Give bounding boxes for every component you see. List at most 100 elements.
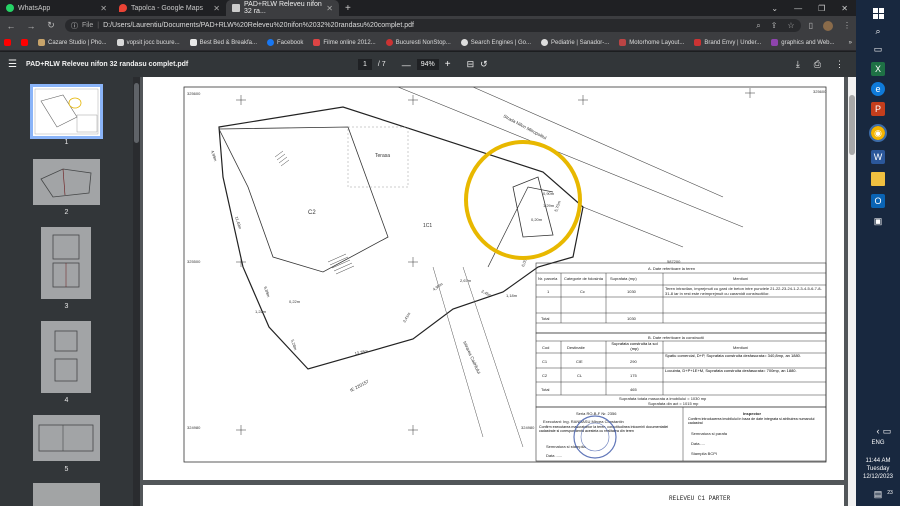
table-a-note: Teren intravilan, imprejmuit cu gard de … (665, 286, 822, 296)
table-header: Suprafata construita la sol (mp) (611, 342, 658, 351)
bookmarks-bar: Cazare Studio | Pho... vopsit jocc bucur… (0, 35, 856, 51)
thumbnail-label: 4 (64, 397, 69, 404)
bookmark-star-icon[interactable]: ☆ (787, 21, 794, 31)
print-icon[interactable]: ⎙ (814, 59, 821, 70)
main-scrollbar[interactable] (848, 77, 856, 506)
table-a-title: A. Date referitoare la teren (648, 266, 695, 271)
chevron-down-icon[interactable]: ⌄ (771, 4, 778, 13)
thumbnail-preview (38, 424, 94, 452)
download-icon[interactable]: ⤓ (796, 59, 800, 70)
avatar[interactable] (823, 20, 833, 31)
bookmark-label: Best Bed & Breakfa... (199, 39, 257, 46)
tab-pdf[interactable]: PAD+RLW Releveu nifon 32 ra... ✕ (226, 0, 339, 16)
bookmark-item[interactable]: Bucuresti NonStop... (385, 39, 451, 46)
grid-label: 324980 (187, 425, 201, 430)
executant-cert: Seria RO-B-F Nr. 2356 (576, 411, 617, 416)
bookmark-label: Motorhome Layout... (629, 39, 685, 46)
bookmark-item[interactable]: Filme online 2012... (313, 39, 376, 46)
table-cell: C2 (542, 373, 548, 378)
file-explorer-icon[interactable] (871, 172, 885, 186)
street-label: Strada Nifon Mitropolitul (503, 113, 548, 140)
url-text[interactable]: D:/Users/Laurentiu/Documents/PAD+RLW%20R… (103, 22, 414, 29)
bookmark-item[interactable]: Cazare Studio | Pho... (38, 39, 107, 46)
clock-day: Tuesday (866, 466, 890, 472)
minimize-icon[interactable]: — (794, 4, 802, 13)
dimension-label: 13,78m (354, 348, 369, 356)
fit-page-icon[interactable]: ⊟ (467, 59, 475, 70)
sidebar-icon[interactable]: ▯ (809, 21, 813, 31)
page-number-input[interactable]: 1 (358, 59, 372, 70)
share-icon[interactable]: ⇪ (771, 21, 778, 31)
map-pin-icon (119, 4, 127, 12)
edge-icon[interactable]: e (871, 82, 885, 96)
bookmark-youtube-2[interactable] (21, 39, 28, 46)
bookmark-icon (38, 39, 45, 46)
zoom-in-button[interactable]: + (445, 59, 451, 70)
bookmark-youtube[interactable] (4, 39, 11, 46)
bookmark-item[interactable]: Brand Envy | Under... (694, 39, 761, 46)
omnibox[interactable]: ⓘ File | D:/Users/Laurentiu/Documents/PA… (65, 19, 801, 32)
back-button[interactable]: ← (5, 21, 17, 31)
table-cell: 1030 (627, 289, 637, 294)
clock-time[interactable]: 11:44 AM (856, 458, 900, 464)
bookmarks-overflow-icon[interactable]: » (849, 40, 852, 46)
network-icon[interactable]: ▭ (882, 424, 892, 438)
tab-whatsapp[interactable]: WhatsApp ✕ (0, 0, 113, 16)
windows-taskbar: ⌕ ▭ X e P ◉ W O ▣ ‹ ▭ ENG 11:44 AM Tuesd… (856, 0, 900, 506)
bookmark-item[interactable]: vopsit jocc bucure... (116, 39, 180, 46)
powerpoint-icon[interactable]: P (871, 102, 885, 116)
dimension-label: 0,22m (289, 299, 301, 304)
address-bar-row: ← → ↻ ⓘ File | D:/Users/Laurentiu/Docume… (0, 16, 856, 35)
close-icon[interactable]: ✕ (326, 4, 333, 13)
bookmark-item[interactable]: graphics and Web... (771, 39, 835, 46)
zoom-input[interactable]: 94% (416, 59, 439, 70)
rotate-icon[interactable]: ↺ (480, 59, 488, 70)
word-icon[interactable]: W (871, 150, 885, 164)
outlook-icon[interactable]: O (871, 194, 885, 208)
language-indicator[interactable]: ENG (856, 440, 900, 446)
tab-google-maps[interactable]: Tapolca - Google Maps ✕ (113, 0, 226, 16)
thumbnail-page-2[interactable] (33, 159, 100, 205)
info-icon[interactable]: ⓘ (71, 21, 78, 31)
dimension-label: 11,49m (234, 216, 243, 231)
summary-line: Suprafata din act = 1015 mp (648, 401, 699, 406)
bookmark-icon (460, 39, 468, 46)
close-window-icon[interactable]: ✕ (841, 4, 848, 13)
sidebar-scrollbar[interactable] (133, 77, 140, 506)
menu-icon[interactable]: ☰ (8, 59, 17, 70)
task-view-icon[interactable]: ▭ (871, 42, 885, 56)
thumbnail-page-4[interactable] (41, 321, 91, 393)
bookmark-label: Brand Envy | Under... (704, 39, 762, 46)
dimension-label: 6,89m (263, 286, 271, 299)
reload-button[interactable]: ↻ (45, 20, 57, 31)
search-icon[interactable]: ⌕ (871, 24, 885, 38)
more-options-icon[interactable]: ⋮ (835, 59, 844, 70)
close-icon[interactable]: ✕ (213, 4, 220, 13)
thumbnail-page-1[interactable] (30, 84, 103, 139)
thumbnail-page-5[interactable] (33, 415, 100, 461)
bookmark-item[interactable]: Best Bed & Breakfa... (189, 39, 257, 46)
scrollbar-thumb[interactable] (849, 95, 855, 155)
pdf-viewer[interactable]: 325600 325500 325600 324980 324980 58720… (140, 77, 848, 506)
bookmark-item[interactable]: Pediatrie | Sanador-... (541, 39, 609, 46)
chrome-icon[interactable]: ◉ (869, 124, 887, 142)
excel-icon[interactable]: X (871, 62, 885, 76)
zoom-icon[interactable]: ⌕ (756, 21, 760, 31)
thumbnail-page-6[interactable] (33, 483, 100, 506)
thumbnail-page-3[interactable] (41, 227, 91, 299)
table-cell: C1 (542, 359, 548, 364)
new-tab-button[interactable]: + (339, 3, 357, 14)
more-menu-icon[interactable]: ⋮ (843, 21, 851, 31)
maximize-icon[interactable]: ❐ (818, 4, 825, 13)
close-icon[interactable]: ✕ (100, 4, 107, 13)
bookmark-label: Bucuresti NonStop... (395, 39, 451, 46)
bookmark-item[interactable]: Facebook (267, 39, 303, 46)
bookmark-icon (771, 39, 779, 46)
scrollbar-thumb[interactable] (134, 83, 139, 143)
bookmark-item[interactable]: Search Engines | Go... (460, 39, 531, 46)
windows-start-icon[interactable] (871, 6, 885, 20)
zoom-out-button[interactable]: — (402, 60, 411, 70)
forward-button[interactable]: → (25, 21, 37, 31)
bookmark-item[interactable]: Motorhome Layout... (619, 39, 684, 46)
store-icon[interactable]: ▣ (871, 214, 885, 228)
